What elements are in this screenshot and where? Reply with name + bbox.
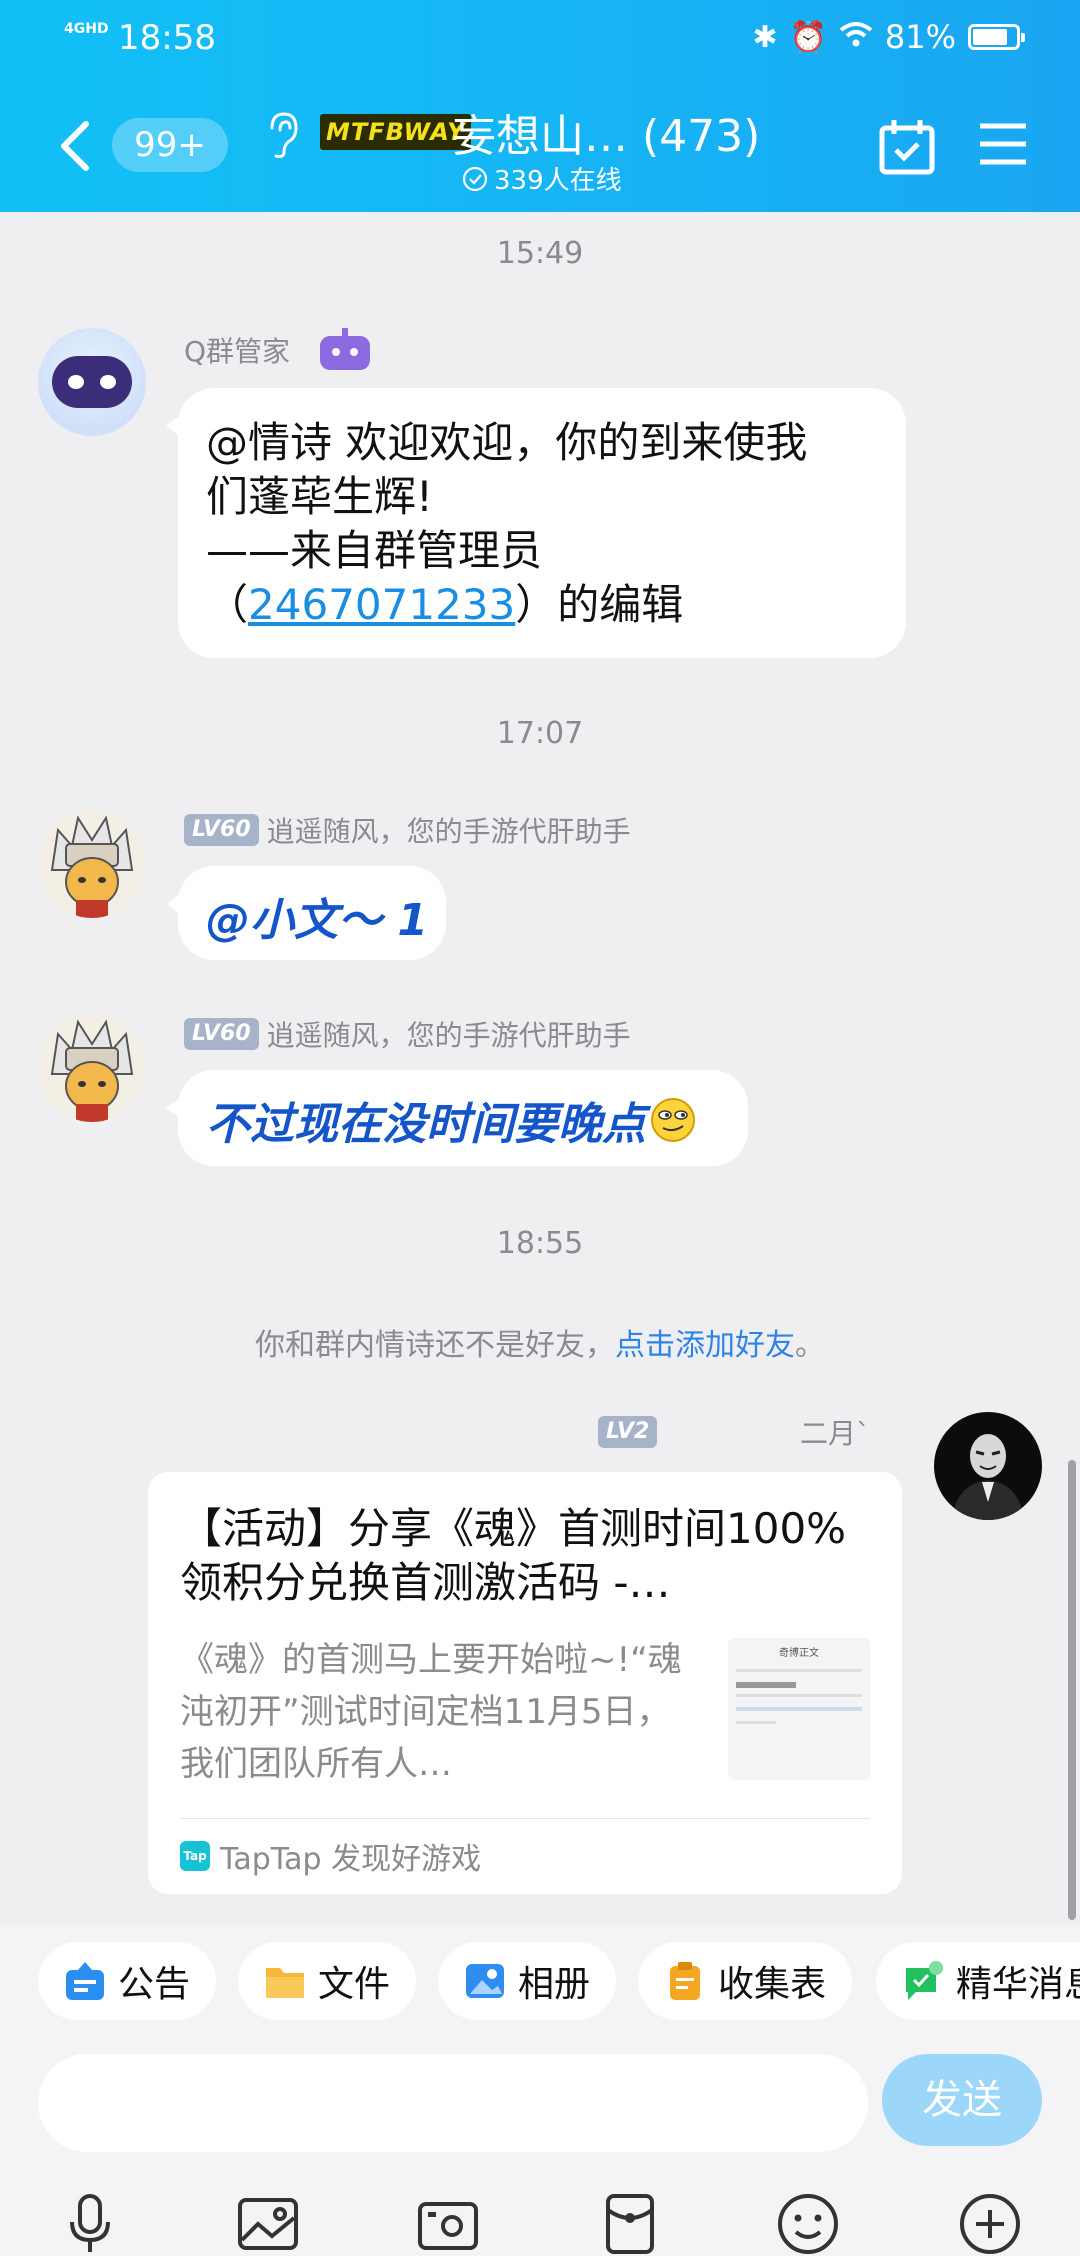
online-count: 339人在线 <box>494 166 622 196</box>
friend-notice: 你和群内情诗还不是好友，点击添加好友。 <box>255 1328 825 1363</box>
taptap-icon: Tap <box>180 1841 210 1871</box>
battery-percent: 81% <box>884 18 956 56</box>
announcement-chip[interactable]: 公告 <box>38 1942 217 2020</box>
share-source: Tap TapTap 发现好游戏 <box>180 1834 481 1878</box>
message-bubble[interactable]: 不过现在没时间要晚点 <box>166 1070 748 1166</box>
time-divider: 18:55 <box>496 1226 584 1261</box>
microphone-icon[interactable] <box>58 2192 122 2256</box>
time-divider: 17:07 <box>496 716 584 751</box>
folder-icon <box>266 1968 304 1998</box>
user-avatar[interactable] <box>38 810 146 918</box>
album-chip[interactable]: 相册 <box>438 1942 617 2020</box>
announcement-icon <box>66 1962 104 2000</box>
battery-icon <box>968 24 1025 50</box>
admin-qq-link[interactable]: 2467071233 <box>248 580 515 629</box>
sender-info: LV60 逍遥随风，您的手游代肝助手 <box>184 1014 631 1054</box>
bot-avatar[interactable] <box>38 328 146 436</box>
group-title[interactable]: 妄想山… (473) <box>452 100 760 164</box>
chip-label: 精华消息 <box>956 1964 1080 2005</box>
message-text: 不过现在没时间要晚点 <box>206 1099 646 1150</box>
album-icon <box>466 1964 504 1998</box>
online-status[interactable]: 339人在线 <box>462 160 622 197</box>
cartoon-avatar-icon <box>50 1019 134 1122</box>
message-line: （2467071233）的编辑 <box>206 580 684 629</box>
scrollbar[interactable] <box>1068 1460 1076 1920</box>
group-logo: MTFBWAY <box>320 114 472 150</box>
sender-name: 逍遥随风，您的手游代肝助手 <box>266 815 631 848</box>
level-badge: LV60 <box>184 814 259 846</box>
chip-label: 相册 <box>518 1964 591 2005</box>
masked-figure-icon <box>952 1434 1024 1520</box>
ear-icon[interactable] <box>262 110 302 160</box>
sender-name: Q群管家 <box>184 335 291 368</box>
message-bubble[interactable]: @小文～ 1 <box>166 866 446 960</box>
share-description: 《魂》的首测马上要开始啦~!“魂沌初开”测试时间定档11月5日，我们团队所有人… <box>180 1640 682 1784</box>
add-friend-link[interactable]: 点击添加好友 <box>615 1328 795 1363</box>
message-line: ——来自群管理员 <box>206 526 543 575</box>
sender-info: LV60 逍遥随风，您的手游代肝助手 <box>184 810 631 850</box>
emoji-icon[interactable] <box>776 2192 840 2256</box>
message-line: @情诗 欢迎欢迎，你的到来使我 <box>206 418 808 467</box>
status-time: 18:58 <box>118 18 216 58</box>
essence-icon <box>906 1961 943 2000</box>
clipboard-icon <box>670 1962 700 2000</box>
chat-nav: 99+ MTFBWAY 妄想山… (473) 339人在线 <box>0 88 1080 198</box>
sender-name: 逍遥随风，您的手游代肝助手 <box>266 1019 631 1052</box>
time-divider: 15:49 <box>496 236 584 271</box>
share-thumbnail: 奇博正文 <box>728 1638 870 1780</box>
level-badge: LV2 <box>598 1416 658 1448</box>
back-icon[interactable] <box>52 116 100 176</box>
chip-label: 文件 <box>318 1964 391 2005</box>
share-source-label: TapTap 发现好游戏 <box>220 1842 482 1877</box>
plus-icon[interactable] <box>958 2192 1022 2256</box>
menu-icon[interactable] <box>978 122 1028 166</box>
wifi-icon <box>839 18 873 56</box>
header: 4GHD 18:58 ✱ ⏰ 81% 99+ MTFBWAY 妄想山… (473… <box>0 0 1080 212</box>
quick-actions-bar: 公告 文件 相册 收集表 精华消息 <box>0 1924 1080 2034</box>
sender-name: 二月` <box>799 1417 870 1450</box>
message-text: @小文～ 1 <box>206 895 428 946</box>
user-avatar[interactable] <box>38 1014 146 1122</box>
message-input[interactable] <box>38 2054 868 2152</box>
network-indicator: 4GHD <box>64 21 109 37</box>
input-area: 发送 <box>0 2034 1080 2256</box>
form-chip[interactable]: 收集表 <box>638 1942 853 2020</box>
unread-badge[interactable]: 99+ <box>112 118 228 172</box>
bluetooth-icon: ✱ <box>752 19 778 55</box>
sender-info: Q群管家 <box>184 328 374 372</box>
share-card[interactable]: 【活动】分享《魂》首测时间100%领积分兑换首测激活码 -… 《魂》的首测马上要… <box>148 1472 902 1894</box>
message-line: 们蓬荜生辉! <box>206 472 433 521</box>
red-packet-icon[interactable] <box>598 2192 662 2256</box>
smirk-emoji-icon <box>651 1098 695 1142</box>
user-avatar[interactable] <box>934 1412 1042 1520</box>
essence-chip[interactable]: 精华消息 <box>876 1942 1080 2020</box>
cartoon-avatar-icon <box>50 815 134 918</box>
chip-label: 收集表 <box>718 1964 827 2005</box>
robot-face-icon <box>52 356 132 408</box>
calendar-check-icon[interactable] <box>878 118 936 176</box>
status-bar: 4GHD 18:58 ✱ ⏰ 81% <box>0 14 1080 64</box>
sender-info: LV2 二月` <box>598 1412 870 1452</box>
camera-icon[interactable] <box>416 2192 480 2256</box>
chip-label: 公告 <box>118 1964 191 2005</box>
send-button[interactable]: 发送 <box>882 2054 1042 2146</box>
share-title: 【活动】分享《魂》首测时间100%领积分兑换首测激活码 -… <box>180 1504 847 1607</box>
check-circle-icon <box>462 166 488 191</box>
image-icon[interactable] <box>236 2192 300 2256</box>
files-chip[interactable]: 文件 <box>238 1942 417 2020</box>
level-badge: LV60 <box>184 1018 259 1050</box>
robot-icon <box>320 328 371 370</box>
message-bubble[interactable]: @情诗 欢迎欢迎，你的到来使我 们蓬荜生辉! ——来自群管理员 （2467071… <box>166 388 906 658</box>
alarm-icon: ⏰ <box>789 19 827 55</box>
